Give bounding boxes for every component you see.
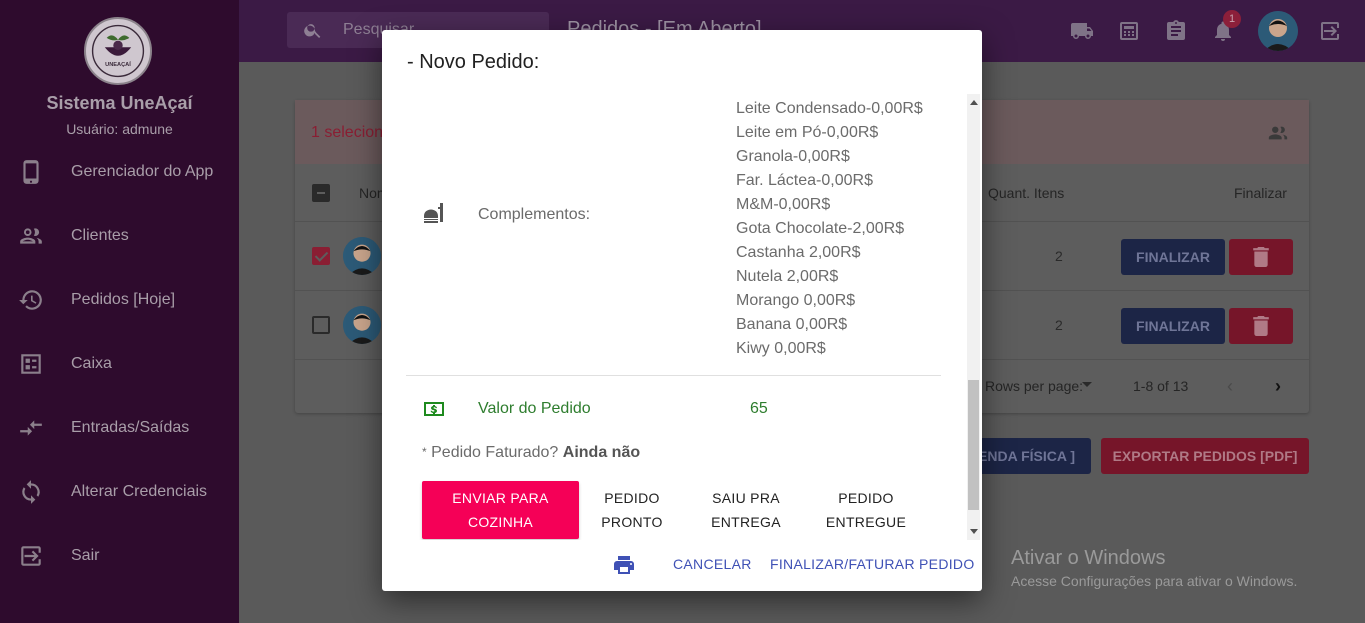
clipboard-icon[interactable] (1164, 19, 1188, 43)
order-ready-button[interactable]: PEDIDO PRONTO (579, 481, 685, 539)
complements-label: Complementos: (478, 206, 591, 223)
scroll-up-icon[interactable] (970, 100, 978, 105)
dialog-scrollbar[interactable] (967, 94, 980, 540)
complements-list: Leite Condensado-0,00R$ Leite em Pó-0,00… (736, 97, 923, 361)
new-order-dialog: - Novo Pedido: Complementos: Leite Conde… (382, 30, 982, 591)
search-icon (304, 24, 321, 38)
sidebar-item-credentials[interactable]: Alterar Credenciais (0, 460, 239, 524)
avatar[interactable] (1258, 11, 1298, 51)
delete-button[interactable] (1229, 308, 1293, 344)
history-icon (18, 287, 44, 313)
dialog-actions: CANCELAR FINALIZAR/FATURAR PEDIDO (382, 546, 982, 582)
order-value-label: Valor do Pedido (478, 400, 591, 417)
trash-icon (1253, 247, 1269, 267)
sidebar-item-label: Caixa (71, 355, 112, 372)
select-all-checkbox[interactable] (312, 184, 330, 202)
rows-per-page-label: Rows per page: (985, 378, 1084, 394)
status-buttons: ENVIAR PARA COZINHA PEDIDO PRONTO SAIU P… (422, 481, 925, 539)
top-icons: 1 (1070, 0, 1365, 62)
list-item: M&M-0,00R$ (736, 196, 831, 213)
row-checkbox[interactable] (312, 316, 330, 334)
chevron-right-icon[interactable]: › (1275, 376, 1281, 397)
windows-watermark: Ativar o Windows Acesse Configurações pa… (1011, 547, 1297, 589)
food-icon (422, 202, 446, 226)
dialog-content: Complementos: Leite Condensado-0,00R$ Le… (382, 94, 982, 540)
row-qty: 2 (1055, 248, 1063, 264)
logo: UNEAÇAÍ (84, 17, 152, 85)
logout-icon[interactable] (1318, 19, 1342, 43)
sidebar-item-app-manager[interactable]: Gerenciador do App (0, 140, 239, 204)
delete-button[interactable] (1229, 239, 1293, 275)
people-icon (18, 223, 44, 249)
compare-arrows-icon (18, 415, 44, 441)
invoiced-label: Pedido Faturado? (431, 444, 559, 461)
sidebar-item-cashier[interactable]: Caixa (0, 332, 239, 396)
header-finish: Finalizar (1234, 185, 1287, 201)
export-pdf-button[interactable]: EXPORTAR PEDIDOS [PDF] (1101, 438, 1309, 474)
list-item: Gota Chocolate-2,00R$ (736, 220, 905, 237)
sidebar-item-in-out[interactable]: Entradas/Saídas (0, 396, 239, 460)
list-item: Morango 0,00R$ (736, 292, 856, 309)
sidebar-item-label: Clientes (71, 227, 129, 244)
dialog-title: - Novo Pedido: (407, 51, 540, 73)
sidebar-item-label: Entradas/Saídas (71, 419, 190, 436)
list-item: Banana 0,00R$ (736, 316, 848, 333)
delivery-truck-icon[interactable] (1070, 19, 1094, 43)
sidebar-item-orders-today[interactable]: Pedidos [Hoje] (0, 268, 239, 332)
scroll-thumb[interactable] (968, 380, 979, 510)
notification-badge: 1 (1223, 10, 1241, 28)
sidebar: UNEAÇAÍ Sistema UneAçaí Usuário: admune … (0, 0, 239, 623)
send-to-kitchen-button[interactable]: ENVIAR PARA COZINHA (422, 481, 579, 539)
header-qty: Quant. Itens (988, 185, 1065, 201)
list-item: Kiwy 0,00R$ (736, 340, 826, 357)
list-alt-icon (18, 351, 44, 377)
watermark-title: Ativar o Windows (1011, 547, 1166, 569)
complements-row: Complementos: Leite Condensado-0,00R$ Le… (406, 94, 941, 376)
invoiced-value: Ainda não (562, 444, 641, 461)
avatar (343, 306, 381, 344)
list-item: Leite em Pó-0,00R$ (736, 124, 879, 141)
trash-icon (1253, 316, 1269, 336)
invoiced-status: * Pedido Faturado? Ainda não (422, 444, 641, 461)
cancel-button[interactable]: CANCELAR (673, 556, 752, 572)
notifications-icon[interactable]: 1 (1211, 10, 1241, 43)
sidebar-item-logout[interactable]: Sair (0, 524, 239, 588)
print-icon[interactable] (612, 553, 636, 577)
sidebar-item-label: Sair (71, 547, 100, 564)
out-for-delivery-button[interactable]: SAIU PRA ENTREGA (685, 481, 807, 539)
exit-icon (18, 543, 44, 569)
user-label: Usuário: admune (66, 121, 173, 137)
calculator-icon[interactable] (1117, 19, 1141, 43)
list-item: Castanha 2,00R$ (736, 244, 861, 261)
finish-button[interactable]: FINALIZAR (1121, 239, 1225, 275)
sidebar-item-clients[interactable]: Clientes (0, 204, 239, 268)
people-icon[interactable] (1267, 122, 1289, 144)
order-value: 65 (750, 400, 768, 417)
list-item: Far. Láctea-0,00R$ (736, 172, 873, 189)
row-checkbox[interactable] (312, 247, 330, 265)
finish-invoice-button[interactable]: FINALIZAR/FATURAR PEDIDO (770, 556, 975, 572)
chevron-down-icon[interactable] (1082, 382, 1092, 387)
watermark-subtitle: Acesse Configurações para ativar o Windo… (1011, 573, 1298, 589)
sidebar-item-label: Gerenciador do App (71, 163, 214, 180)
list-item: Leite Condensado-0,00R$ (736, 100, 923, 117)
sync-icon (18, 479, 44, 505)
row-qty: 2 (1055, 317, 1063, 333)
phone-icon (18, 159, 44, 185)
money-icon (422, 397, 446, 421)
order-delivered-button[interactable]: PEDIDO ENTREGUE (807, 481, 925, 539)
brand-name: Sistema UneAçaí (46, 93, 193, 113)
list-item: Granola-0,00R$ (736, 148, 850, 165)
sidebar-item-label: Pedidos [Hoje] (71, 291, 176, 308)
avatar (343, 237, 381, 275)
sidebar-nav: Gerenciador do App Clientes Pedidos [Hoj… (0, 140, 239, 588)
svg-text:UNEAÇAÍ: UNEAÇAÍ (105, 60, 131, 68)
sidebar-item-label: Alterar Credenciais (71, 483, 208, 500)
list-item: Nutela 2,00R$ (736, 268, 839, 285)
page-range: 1-8 of 13 (1133, 378, 1189, 394)
order-value-row: Valor do Pedido 65 (406, 377, 941, 441)
finish-button[interactable]: FINALIZAR (1121, 308, 1225, 344)
chevron-left-icon[interactable]: ‹ (1227, 376, 1233, 397)
scroll-down-icon[interactable] (970, 529, 978, 534)
